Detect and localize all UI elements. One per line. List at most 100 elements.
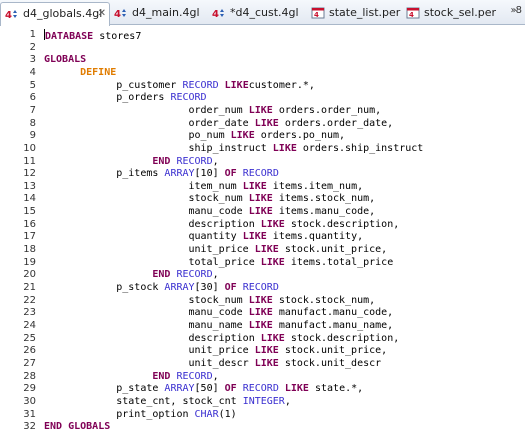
code-text: ship_instruct LIKE orders.ship_instruct	[44, 143, 423, 156]
line-number: 17	[23, 231, 36, 243]
code-token: items.item_num,	[266, 180, 364, 192]
code-token: orders.order_num,	[272, 104, 382, 116]
code-text: order_num LIKE orders.order_num,	[44, 105, 381, 118]
code-token: items.manu_code,	[272, 206, 376, 218]
close-tab-icon[interactable]: ✕	[98, 3, 106, 24]
code-token: [50]	[194, 383, 225, 395]
code-keyword: CHAR	[194, 408, 219, 420]
code-token: state_cnt, stock_cnt	[44, 395, 243, 407]
code-token: unit_price	[44, 244, 255, 256]
code-line: 4 DEFINE	[0, 67, 525, 80]
tab-3[interactable]: 4 state_list.per	[307, 2, 402, 25]
code-token: items.stock_num,	[272, 193, 376, 205]
code-keyword: GLOBALS	[44, 54, 87, 66]
code-text: END RECORD,	[44, 155, 218, 169]
line-number: 25	[23, 332, 36, 344]
line-number: 2	[29, 41, 36, 53]
code-text: stock_num LIKE stock.stock_num,	[44, 295, 375, 308]
code-line: 16 description LIKE stock.description,	[0, 219, 525, 232]
line-number: 22	[23, 294, 36, 306]
tab-4[interactable]: 4 stock_sel.per	[402, 2, 497, 25]
line-number: 14	[23, 193, 36, 205]
code-text: GLOBALS	[44, 54, 86, 67]
code-token: p_state	[44, 383, 165, 395]
line-number: 5	[29, 79, 36, 91]
code-text: p_customer RECORD LIKEcustomer.*,	[44, 80, 315, 93]
code-text: description LIKE stock.description,	[44, 219, 399, 232]
code-token: stock.stock_num,	[272, 294, 376, 306]
code-text: description LIKE stock.description,	[44, 333, 399, 346]
svg-text:4: 4	[114, 9, 121, 20]
code-token: stock.description,	[284, 332, 400, 344]
code-keyword: INTEGER	[242, 395, 285, 407]
line-number: 12	[23, 168, 36, 180]
line-number: 6	[29, 92, 36, 104]
code-line: 3 GLOBALS	[0, 54, 525, 67]
code-token: stock.unit_descr	[278, 357, 382, 369]
code-token: stock_num	[44, 193, 249, 205]
code-text: unit_price LIKE stock.unit_price,	[44, 244, 387, 257]
code-editor[interactable]: 1 DATABASE stores7 2 3 GLOBALS 4 DEFINE 5 p_cu…	[0, 26, 525, 447]
code-line: 5 p_customer RECORD LIKEcustomer.*,	[0, 80, 525, 93]
svg-text:4: 4	[409, 11, 414, 19]
tab-2[interactable]: 4 *d4_cust.4gl	[208, 2, 307, 25]
code-line: 27 unit_descr LIKE stock.unit_descr	[0, 358, 525, 371]
line-number: 32	[23, 421, 36, 433]
code-token: stock.unit_price,	[278, 244, 388, 256]
line-number: 29	[23, 383, 36, 395]
line-number: 20	[23, 269, 36, 281]
code-token: manu_code	[44, 307, 249, 319]
code-line: 20 END RECORD,	[0, 269, 525, 282]
tab-1[interactable]: 4 d4_main.4gl	[110, 2, 208, 25]
4gl-file-icon: 4	[212, 9, 224, 20]
code-token: stock_num	[44, 294, 249, 306]
code-text: print_option CHAR(1)	[44, 408, 236, 422]
code-token: orders.ship_instruct	[296, 142, 424, 154]
code-keyword: LIKE	[260, 332, 285, 344]
line-number: 18	[23, 244, 36, 256]
tab-label: *d4_cust.4gl	[230, 6, 299, 19]
code-token: order_num	[44, 104, 249, 116]
code-keyword: LIKE	[254, 357, 279, 369]
code-keyword: RECORD	[242, 282, 279, 293]
code-text: order_date LIKE orders.order_date,	[44, 118, 393, 131]
code-token: p_orders	[44, 92, 171, 104]
code-keyword: LIKE	[248, 307, 273, 319]
code-keyword: LIKE	[230, 130, 255, 142]
code-text: p_state ARRAY[50] OF RECORD LIKE state.*…	[44, 383, 363, 396]
code-keyword: RECORD	[242, 383, 279, 395]
tab-label: d4_globals.4gl	[23, 7, 103, 20]
code-keyword: RECORD	[176, 155, 213, 167]
tab-overflow-icon[interactable]: »8	[511, 5, 523, 16]
code-token: unit_descr	[44, 357, 255, 369]
code-line: 18 unit_price LIKE stock.unit_price,	[0, 244, 525, 257]
line-number: 30	[23, 395, 36, 407]
code-token: [10]	[194, 168, 225, 180]
line-number: 11	[23, 155, 36, 167]
code-keyword: DATABASE	[45, 31, 94, 42]
code-line: 8 order_date LIKE orders.order_date,	[0, 118, 525, 131]
code-keyword: OF	[224, 282, 237, 293]
code-line: 22 stock_num LIKE stock.stock_num,	[0, 295, 525, 308]
code-token: [30]	[194, 282, 225, 293]
code-keyword: OF	[224, 383, 237, 395]
4gl-file-icon: 4	[114, 9, 126, 20]
tab-0[interactable]: 4 d4_globals.4gl ✕	[0, 2, 110, 26]
code-token: stock.description,	[284, 218, 400, 230]
code-token: ,	[284, 395, 291, 407]
code-keyword: LIKE	[272, 142, 297, 154]
code-keyword: RECORD	[176, 370, 213, 382]
code-token: item_num	[44, 180, 243, 192]
code-token: state.*,	[308, 383, 364, 395]
code-text: p_stock ARRAY[30] OF RECORD	[44, 282, 279, 295]
code-line: 2	[0, 42, 525, 55]
svg-text:4: 4	[314, 11, 319, 19]
code-token: manufact.manu_name,	[272, 319, 394, 331]
code-keyword: LIKE	[254, 345, 279, 357]
code-text: stock_num LIKE items.stock_num,	[44, 193, 375, 206]
code-line: 32 END GLOBALS	[0, 421, 525, 434]
code-keyword: LIKE	[218, 79, 249, 91]
code-line: 23 manu_code LIKE manufact.manu_code,	[0, 307, 525, 320]
code-token: stock.unit_price,	[278, 345, 388, 357]
